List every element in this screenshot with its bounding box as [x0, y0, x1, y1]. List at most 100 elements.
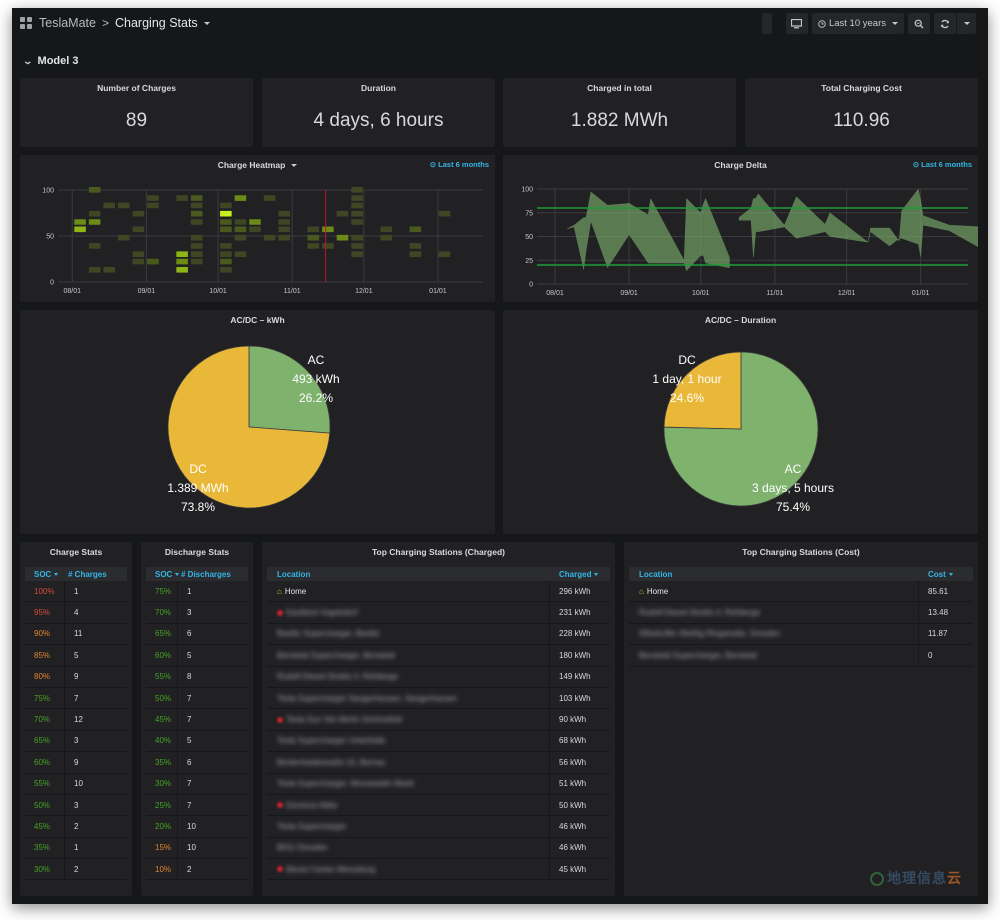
zoom-out-button[interactable] [908, 13, 930, 34]
column-header-soc[interactable]: SOC [146, 567, 180, 581]
breadcrumb-folder[interactable]: TeslaMate [39, 16, 96, 30]
column-label: SOC [155, 569, 173, 579]
location-cell: Berstetal Supercharger, Berstetal [267, 645, 550, 666]
table-row[interactable]: ⌂ Home 85.61 [629, 581, 973, 603]
charge-heatmap-chart[interactable]: 0 50 100 08/01 09/01 10/01 11/01 12/01 01/01 [20, 155, 495, 302]
table-row[interactable]: Beelitz Supercharger, Beelitz 228 kWh [267, 623, 610, 646]
table-row: 100% 1 [25, 581, 127, 603]
panel-title[interactable]: Charged in total [503, 83, 736, 93]
table-row[interactable]: Meran Center Merseburg 45 kWh [267, 859, 610, 881]
soc-cell: 70% [146, 602, 178, 623]
table-row[interactable]: ⌂ Home 296 kWh [267, 581, 610, 603]
navbar-actions: Last 10 years [761, 13, 976, 34]
table-row[interactable]: Tesla Supercharger Unterfelde 68 kWh [267, 730, 610, 753]
table-row[interactable]: Wilsdruffer Weißig Ringstraße, Dresden 11… [629, 623, 973, 646]
y-tick-label: 0 [529, 282, 533, 289]
panel-title[interactable]: Duration [262, 83, 495, 93]
soc-cell: 75% [146, 581, 178, 602]
table-row[interactable]: Rudolf-Diesel-Straße 4, Rehberge 13.48 [629, 602, 973, 624]
panel-title[interactable]: Top Charging Stations (Charged) [262, 547, 615, 557]
panel-title[interactable]: Top Charging Stations (Cost) [624, 547, 978, 557]
x-tick-label: 08/01 [546, 290, 564, 297]
slice-percent: 26.2% [299, 391, 333, 405]
column-header-location[interactable]: Location [267, 567, 550, 581]
table-row[interactable]: B011 Dresden 46 kWh [267, 837, 610, 860]
table-row: 10% 2 [146, 859, 248, 881]
chevron-down-icon: ⌄ [22, 55, 34, 66]
table-row[interactable]: Tesla Sun Van Berlin Schönefeld 90 kWh [267, 709, 610, 731]
table-row: 95% 4 [25, 602, 127, 624]
heatmap-cell [409, 226, 422, 233]
location-cell: Tesla Supercharger [267, 816, 550, 837]
heatmap-cell [190, 210, 203, 217]
column-header-charged[interactable]: Charged [550, 567, 610, 581]
heatmap-cell [74, 219, 86, 225]
column-header-count[interactable]: # Charges [65, 567, 127, 581]
charge-delta-chart[interactable]: 0 25 50 75 100 08/01 09/01 10/01 11/01 12/01 01/01 [503, 155, 978, 302]
top-stations-charged-panel: Top Charging Stations (Charged) Location… [262, 542, 615, 896]
stat-panel-duration: Duration 4 days, 6 hours [262, 78, 495, 147]
panel-title[interactable]: Number of Charges [20, 83, 253, 93]
charge-heatmap-panel: Charge Heatmap ⊙ Last 6 months 0 50 100 08/… [20, 155, 495, 302]
heatmap-cell [103, 267, 116, 273]
tv-mode-button[interactable] [785, 13, 808, 34]
location-cell: Dominos Mitte [267, 794, 550, 816]
column-header-cost[interactable]: Cost [919, 567, 973, 581]
heatmap-cell [234, 251, 247, 257]
refresh-button[interactable] [934, 13, 956, 34]
location-cell: Tesla Supercharger, Wunsiedeln Markt [267, 773, 550, 794]
apps-grid-icon[interactable] [20, 17, 32, 29]
slice-percent: 73.8% [181, 500, 215, 514]
y-tick-label: 0 [50, 280, 54, 287]
panel-title[interactable]: Discharge Stats [141, 547, 253, 557]
table-row[interactable]: Dominos Mitte 50 kWh [267, 794, 610, 817]
table-row: 85% 5 [25, 645, 127, 667]
table-row: 35% 1 [25, 837, 127, 860]
sort-desc-icon [54, 572, 59, 576]
column-header-count[interactable]: # Discharges [178, 567, 248, 581]
table-row[interactable]: Berstetal Supercharger, Berstetal 0 [629, 645, 973, 667]
table-row[interactable]: Rudolf-Diesel-Straße 4, Rehberge 149 kWh [267, 666, 610, 688]
column-header-soc[interactable]: SOC [25, 567, 65, 581]
table-row[interactable]: Berstetal Supercharger, Berstetal 180 kWh [267, 645, 610, 667]
panel-title[interactable]: Charge Stats [20, 547, 132, 557]
heatmap-cell [249, 226, 261, 233]
time-picker-button[interactable]: Last 10 years [811, 13, 904, 34]
navbar-spacer-button[interactable] [761, 13, 772, 34]
y-tick-label: 100 [521, 187, 533, 194]
table-row[interactable]: Tesla Supercharger, Wunsiedeln Markt 51 k… [267, 773, 610, 795]
heatmap-cell [336, 210, 349, 217]
soc-cell: 90% [25, 623, 65, 645]
refresh-interval-dropdown[interactable] [956, 13, 976, 34]
heatmap-cell [351, 251, 363, 257]
acdc-duration-pie[interactable]: AC 3 days, 5 hours 75.4% DC 1 day, 1 hour 24.… [503, 310, 978, 534]
column-header-location[interactable]: Location [629, 567, 919, 581]
dashboard-title[interactable]: Charging Stats [115, 16, 198, 30]
heatmap-cell [132, 251, 145, 257]
count-cell: 12 [74, 715, 83, 725]
sort-desc-icon [594, 572, 599, 576]
table-row[interactable]: Kaufland Vogelsdorf 231 kWh [267, 602, 610, 624]
table-row: 25% 7 [146, 794, 248, 817]
location-cell: Beelitz Supercharger, Beelitz [267, 623, 550, 645]
value-cell: 180 kWh [559, 650, 591, 660]
row-header[interactable]: ⌄ Model 3 [22, 55, 78, 67]
time-range-label: Last 10 years [828, 18, 886, 29]
location-name: Wilsdruffer Weißig Ringstraße, Dresden [639, 629, 781, 639]
count-cell: 3 [74, 800, 79, 810]
table-body: 75% 1 70% 3 65% 6 60% 5 55% 8 50% 7 45% 7 40% 5 35% 6 30% 7… [146, 581, 248, 881]
count-cell: 7 [187, 800, 192, 810]
table-row[interactable]: Tesla Supercharger 46 kWh [267, 816, 610, 838]
heatmap-cell [118, 234, 130, 241]
soc-cell: 60% [25, 752, 65, 773]
heatmap-cell [322, 226, 334, 233]
soc-cell: 50% [146, 687, 178, 709]
caret-down-icon[interactable] [203, 21, 210, 25]
location-name: Berstetal Supercharger, Berstetal [639, 650, 757, 660]
location-name: Tesla Supercharger, Wunsiedeln Markt [277, 779, 415, 789]
table-row[interactable]: Bindenheidestraße 10, Bernau 56 kWh [267, 752, 610, 774]
heatmap-cell [278, 234, 290, 241]
table-row[interactable]: Tesla Supercharger Sangerhausen, Sangerh… [267, 687, 610, 710]
acdc-kwh-pie[interactable]: AC 493 kWh 26.2% DC 1.389 MWh 73.8% [20, 310, 495, 534]
panel-title[interactable]: Total Charging Cost [745, 83, 978, 93]
